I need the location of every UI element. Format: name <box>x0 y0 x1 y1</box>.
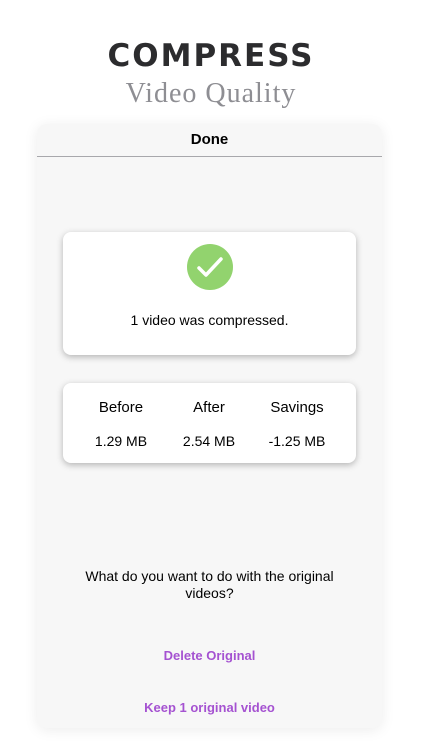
hero-title: COMPRESS <box>107 38 315 74</box>
nav-title: Done <box>190 131 229 148</box>
size-stats-card: Before 1.29 MB After 2.54 MB Savings -1.… <box>63 383 356 463</box>
delete-original-button[interactable]: Delete Original <box>37 648 382 663</box>
navigation-bar: Done <box>37 124 382 157</box>
compression-result-card: 1 video was compressed. <box>63 232 356 355</box>
compression-message: 1 video was compressed. <box>130 312 289 328</box>
stat-value: -1.25 MB <box>268 433 326 449</box>
original-videos-question: What do you want to do with the original… <box>85 568 334 601</box>
stat-value: 1.29 MB <box>94 433 148 449</box>
checkmark-circle-icon <box>187 244 233 290</box>
keep-original-button[interactable]: Keep 1 original video <box>37 700 382 715</box>
stat-label: Before <box>98 399 144 416</box>
stat-value: 2.54 MB <box>182 433 236 449</box>
stat-label: Savings <box>270 399 324 416</box>
stat-label: After <box>193 399 225 416</box>
hero-subtitle: Video Quality <box>125 78 297 109</box>
app-screen: Done 1 video was compressed. Before 1.29… <box>37 124 382 728</box>
